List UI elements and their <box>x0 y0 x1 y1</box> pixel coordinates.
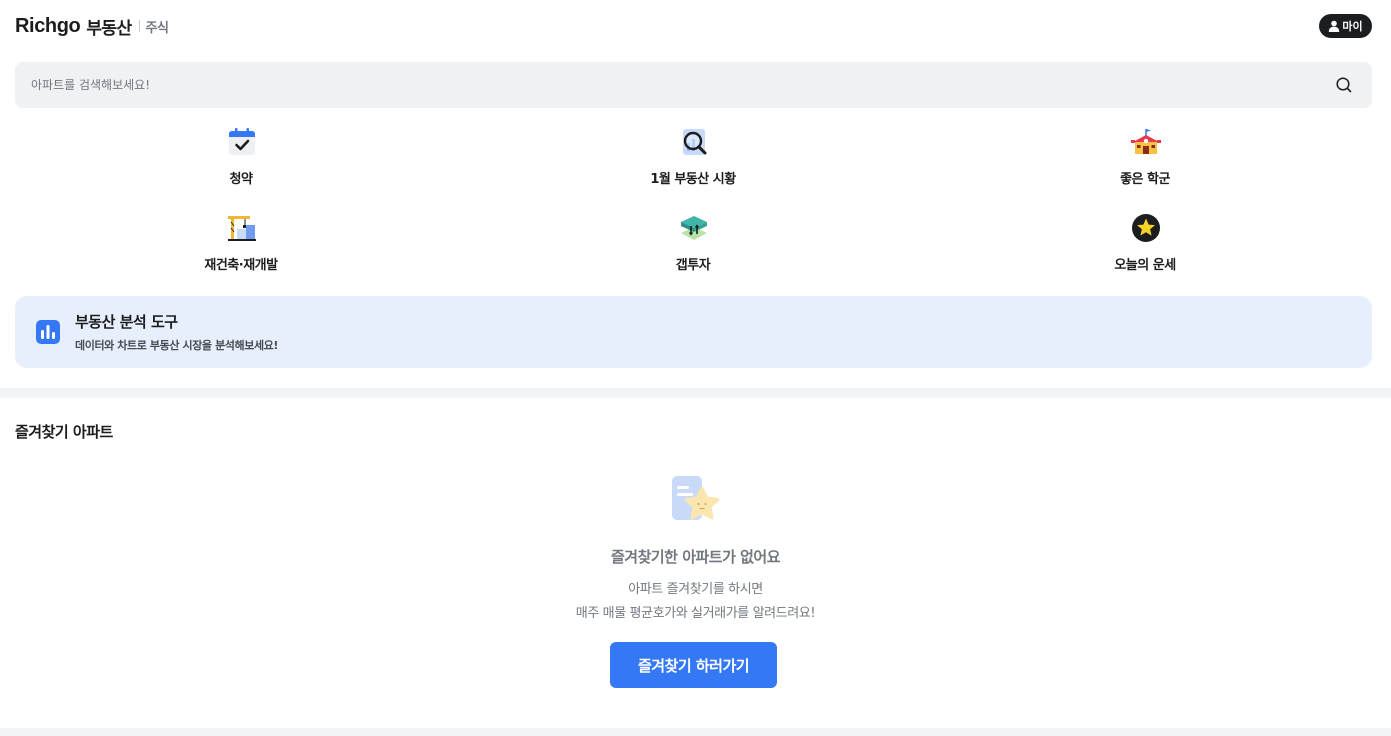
banner-title: 부동산 분석 도구 <box>75 313 178 331</box>
my-page-label: 마이 <box>1342 20 1363 33</box>
magnifier-chart-icon <box>683 129 707 155</box>
search-input[interactable] <box>15 62 1325 108</box>
bar-chart-icon <box>36 320 60 344</box>
empty-state-description: 매주 매물 평균호가와 실거래가를 알려드려요! <box>575 606 816 621</box>
crane-building-icon <box>228 216 256 241</box>
school-icon <box>1131 129 1161 154</box>
calendar-check-icon <box>229 128 255 155</box>
star-fortune-icon <box>1132 214 1160 242</box>
quick-item-gap[interactable]: 갭투자 <box>593 204 793 274</box>
search-icon[interactable] <box>1334 75 1354 95</box>
quick-item-fortune[interactable]: 오늘의 운세 <box>1045 204 1245 274</box>
person-icon <box>1329 20 1340 32</box>
document-star-icon <box>672 476 720 520</box>
go-to-favorites-button[interactable]: 즐겨찾기 하러가기 <box>610 642 777 688</box>
quick-item-label: 재건축·재개발 <box>204 258 278 273</box>
section-divider <box>0 388 1391 398</box>
quick-item-label: 1월 부동산 시황 <box>650 172 736 187</box>
empty-state-title: 즐겨찾기한 아파트가 없어요 <box>610 548 781 566</box>
logo-brand: Richgo <box>15 14 81 37</box>
empty-state-description: 아파트 즐겨찾기를 하시면 <box>628 582 763 597</box>
quick-item-label: 좋은 학군 <box>1120 172 1170 187</box>
quick-item-subscription[interactable]: 청약 <box>141 118 341 188</box>
gap-investment-icon <box>681 216 707 240</box>
quick-item-market[interactable]: 1월 부동산 시황 <box>593 118 793 188</box>
quick-item-school[interactable]: 좋은 학군 <box>1045 118 1245 188</box>
logo-divider <box>138 20 140 32</box>
favorites-section-title: 즐겨찾기 아파트 <box>15 423 113 441</box>
analysis-tool-banner[interactable]: 부동산 분석 도구 데이터와 차트로 부동산 시장을 분석해보세요! <box>15 296 1372 368</box>
banner-description: 데이터와 차트로 부동산 시장을 분석해보세요! <box>75 339 279 352</box>
quick-item-label: 청약 <box>229 172 253 187</box>
my-page-button[interactable]: 마이 <box>1319 14 1372 38</box>
search-bar <box>15 62 1372 108</box>
quick-menu: 청약 1월 부동산 시황 좋은 학군 재건축·재개발 갭투자 오늘의 운세 <box>15 118 1372 290</box>
logo-product: 부동산 <box>86 18 132 39</box>
quick-item-label: 오늘의 운세 <box>1114 258 1176 273</box>
quick-item-label: 갭투자 <box>675 258 711 273</box>
stock-link[interactable]: 주식 <box>146 17 170 36</box>
quick-item-redevelopment[interactable]: 재건축·재개발 <box>141 204 341 274</box>
section-divider <box>0 728 1391 736</box>
app-header: Richgo 부동산 주식 마이 <box>0 0 1391 52</box>
logo[interactable]: Richgo 부동산 주식 <box>15 14 170 39</box>
